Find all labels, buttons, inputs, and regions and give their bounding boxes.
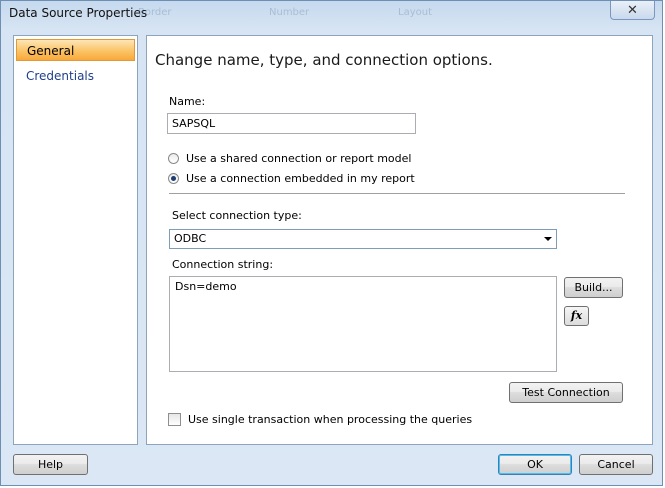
- fx-icon: fx: [570, 309, 583, 322]
- dialog-window: Data Source Properties Border Number Lay…: [0, 0, 663, 486]
- radio-embedded[interactable]: [168, 172, 179, 184]
- name-input[interactable]: SAPSQL: [167, 113, 416, 134]
- background-label-layout: Layout: [398, 7, 432, 18]
- ok-button[interactable]: OK: [498, 454, 572, 475]
- close-icon: ✕: [627, 2, 638, 18]
- build-button[interactable]: Build...: [564, 277, 623, 298]
- content-panel: Change name, type, and connection option…: [146, 35, 653, 445]
- dialog-title: Data Source Properties: [9, 6, 148, 20]
- cancel-button[interactable]: Cancel: [579, 454, 653, 475]
- background-label-number: Number: [269, 7, 310, 18]
- dropdown-arrow-icon: [544, 237, 552, 241]
- page-heading: Change name, type, and connection option…: [155, 51, 493, 69]
- nav-panel: General Credentials: [13, 35, 138, 445]
- radio-embedded-label: Use a connection embedded in my report: [186, 171, 415, 185]
- nav-item-credentials[interactable]: Credentials: [16, 65, 135, 87]
- close-button[interactable]: ✕: [610, 1, 655, 20]
- name-label: Name:: [169, 95, 206, 108]
- single-transaction-checkbox[interactable]: [168, 413, 181, 426]
- connection-string-input[interactable]: Dsn=demo: [169, 276, 557, 372]
- expression-button[interactable]: fx: [564, 306, 589, 326]
- nav-item-general[interactable]: General: [16, 39, 135, 61]
- test-connection-button[interactable]: Test Connection: [509, 382, 623, 403]
- separator: [169, 193, 625, 194]
- title-bar[interactable]: Data Source Properties Border Number Lay…: [1, 1, 662, 27]
- radio-shared-row[interactable]: Use a shared connection or report model: [168, 150, 411, 166]
- connection-type-select[interactable]: ODBC: [169, 229, 557, 249]
- help-button[interactable]: Help: [13, 454, 88, 475]
- single-transaction-label: Use single transaction when processing t…: [188, 413, 473, 426]
- radio-shared-label: Use a shared connection or report model: [186, 151, 412, 165]
- connection-string-label: Connection string:: [172, 258, 274, 271]
- radio-embedded-row[interactable]: Use a connection embedded in my report: [168, 170, 415, 186]
- background-label-border: Border: [138, 7, 172, 18]
- connection-type-value: ODBC: [174, 232, 207, 245]
- connection-type-label: Select connection type:: [172, 209, 302, 222]
- single-transaction-row[interactable]: Use single transaction when processing t…: [168, 413, 472, 426]
- radio-shared[interactable]: [168, 152, 179, 164]
